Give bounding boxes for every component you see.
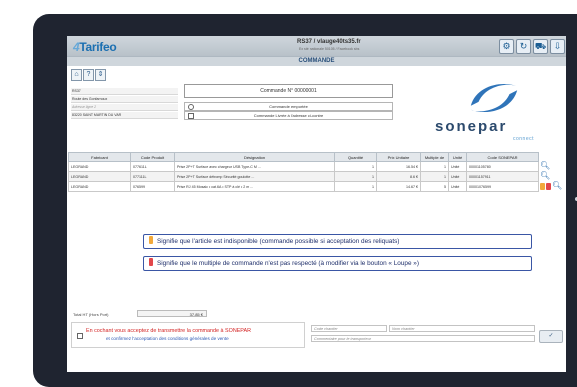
order-table: Fabricant Code Produit Désignation Quant…: [68, 152, 539, 192]
cell-multiple: 5: [420, 181, 449, 192]
unavailable-warning-icon: [540, 182, 545, 190]
cell-fabricant: LEGRAND: [68, 171, 131, 182]
code-chantier-field[interactable]: Code chantier: [311, 325, 387, 332]
info-icon[interactable]: ?: [83, 69, 94, 81]
order-number: Commande N° 00000001: [184, 84, 393, 98]
validate-button[interactable]: ✓: [539, 330, 563, 343]
cgv-checkbox[interactable]: [77, 333, 83, 339]
row-actions: 🔍︎: [540, 171, 550, 181]
row-actions: 🔍︎: [540, 181, 562, 191]
table-row[interactable]: LEGRAND 077111L Prise 2P+T Surface détro…: [68, 171, 539, 182]
red-swatch-icon: [149, 258, 153, 266]
tarifeo-logo[interactable]: 4Tarifeo: [73, 40, 117, 54]
col-fabricant[interactable]: Fabricant: [68, 152, 131, 162]
table-row[interactable]: LEGRAND 076599 Prise RJ 45 Mosaic • cat.…: [68, 181, 539, 192]
cell-code-sonepar: 00001076599: [466, 181, 539, 192]
customer-city: 83220 SAINT MARTIN DU VAR: [71, 112, 178, 119]
top-bar: 4Tarifeo RS37 / vlauge40ts35.fr Ex sté n…: [67, 36, 566, 56]
col-prix-unitaire[interactable]: Prix Unitaire: [376, 152, 421, 162]
site-subtitle: Ex sté nationale 50105 / Facebook sbs: [299, 47, 360, 51]
loupe-icon[interactable]: 🔍︎: [552, 181, 562, 191]
cell-prix: 16.54 €: [376, 161, 421, 172]
cell-prix: 8.6 €: [376, 171, 421, 182]
cell-code-sonepar: 00001105780: [466, 161, 539, 172]
total-label: Total HT (Hors Port): [73, 312, 109, 317]
option-delivery[interactable]: Commande Livrée à l'adresse ci-contre: [184, 111, 393, 120]
customer-name: RS37: [71, 88, 178, 95]
total-value: 37.85 €: [137, 310, 207, 317]
app-screen: 4Tarifeo RS37 / vlauge40ts35.fr Ex sté n…: [67, 36, 566, 372]
cgv-link[interactable]: et confirmez l'acceptation des condition…: [106, 336, 229, 341]
customer-address-2: Adresse ligne 2: [71, 104, 178, 111]
cell-designation: Prise 2P+T Surface détromp Sécurité goul…: [174, 171, 335, 182]
loupe-icon[interactable]: 🔍︎: [540, 171, 550, 181]
radio-pickup[interactable]: [188, 104, 194, 110]
legend-unavailable: Signifie que l'article est indisponible …: [143, 234, 532, 249]
multiple-warning-icon: [546, 182, 551, 190]
cell-quantite[interactable]: 1: [334, 181, 377, 192]
col-designation[interactable]: Désignation: [174, 152, 335, 162]
nav-icons: ⌂ ? ⇕: [71, 69, 106, 81]
brand-name: sonepar: [435, 118, 508, 135]
col-code-sonepar[interactable]: Code SONEPAR: [466, 152, 539, 162]
col-multiple[interactable]: Multiple de: [420, 152, 449, 162]
cell-quantite[interactable]: 1: [334, 171, 377, 182]
col-code-produit[interactable]: Code Produit: [130, 152, 175, 162]
home-icon[interactable]: ⌂: [71, 69, 82, 81]
cell-fabricant: LEGRAND: [68, 181, 131, 192]
page-header: COMMANDE: [67, 56, 566, 66]
table-header: Fabricant Code Produit Désignation Quant…: [68, 152, 539, 162]
cell-code-sonepar: 00001157911: [466, 171, 539, 182]
nom-chantier-field[interactable]: Nom chantier: [389, 325, 535, 332]
brand-subtitle: connect: [513, 136, 535, 142]
comment-field[interactable]: Commentaire pour le transporteur: [311, 335, 535, 342]
sort-icon[interactable]: ⇕: [95, 69, 106, 81]
legend-multiple-text: Signifie que le multiple de commande n'e…: [157, 260, 419, 267]
cell-code-produit: 076599: [130, 181, 175, 192]
cgv-consent-text: En cochant vous acceptez de transmettre …: [86, 328, 251, 334]
cell-designation: Prise RJ 45 Mosaic • cat.6A • STP à clé …: [174, 181, 335, 192]
legend-multiple: Signifie que le multiple de commande n'e…: [143, 256, 532, 271]
cell-fabricant: LEGRAND: [68, 161, 131, 172]
row-actions: 🔍︎: [540, 161, 550, 171]
loupe-icon[interactable]: 🔍︎: [540, 161, 550, 171]
cell-quantite[interactable]: 1: [334, 161, 377, 172]
export-icon[interactable]: ⇩: [550, 39, 565, 54]
checkbox-delivery[interactable]: [188, 113, 194, 119]
col-quantite[interactable]: Quantité: [334, 152, 377, 162]
refresh-icon[interactable]: ↻: [516, 39, 531, 54]
orange-swatch-icon: [149, 236, 153, 244]
cell-code-produit: 077611L: [130, 161, 175, 172]
cell-code-produit: 077111L: [130, 171, 175, 182]
cell-unite: Unité: [448, 181, 467, 192]
option-pickup[interactable]: Commande emportée: [184, 102, 393, 111]
site-title: RS37 / vlauge40ts35.fr: [297, 39, 361, 45]
settings-icon[interactable]: ⚙: [499, 39, 514, 54]
legend-unavailable-text: Signifie que l'article est indisponible …: [157, 238, 400, 245]
cell-prix: 14.67 €: [376, 181, 421, 192]
cgv-panel: En cochant vous acceptez de transmettre …: [71, 322, 305, 348]
table-row[interactable]: LEGRAND 077611L Prise 2P+T Surface avec …: [68, 161, 539, 172]
cart-icon[interactable]: ⛟: [533, 39, 548, 54]
cell-unite: Unité: [448, 161, 467, 172]
cell-multiple: 1: [420, 171, 449, 182]
sonepar-logo-icon: [470, 83, 518, 113]
cell-multiple: 1: [420, 161, 449, 172]
cell-unite: Unité: [448, 171, 467, 182]
page-title: COMMANDE: [298, 58, 335, 64]
customer-address-1: Route des Gonfarnoux: [71, 96, 178, 103]
toolbar-icons: ⚙ ↻ ⛟ ⇩: [499, 39, 565, 54]
cell-designation: Prise 2P+T Surface avec chargeur USB Typ…: [174, 161, 335, 172]
col-unite[interactable]: Unité: [448, 152, 467, 162]
option-pickup-label: Commande emportée: [269, 104, 308, 109]
option-delivery-label: Commande Livrée à l'adresse ci-contre: [253, 113, 324, 118]
